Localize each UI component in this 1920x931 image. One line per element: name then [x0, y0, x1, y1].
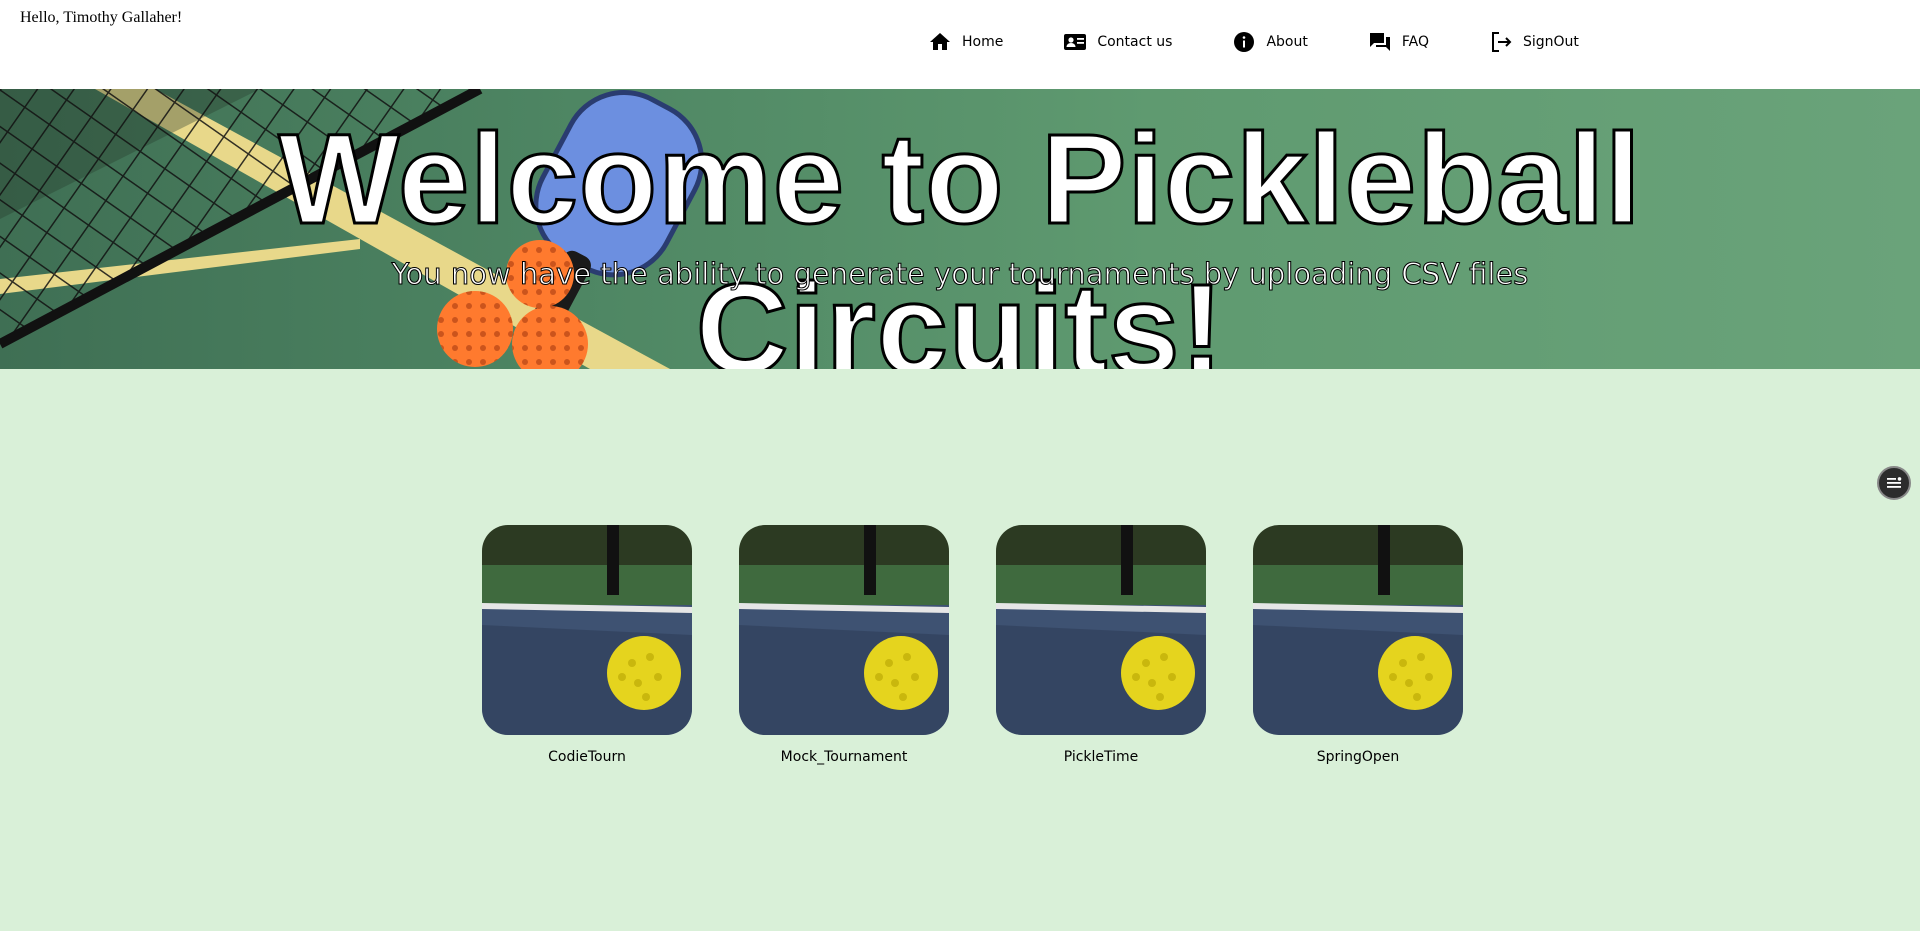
- nav-faq[interactable]: FAQ: [1368, 30, 1429, 54]
- pickleball-photo: [739, 525, 949, 735]
- tournament-name: PickleTime: [1063, 749, 1139, 765]
- floating-menu-button[interactable]: [1877, 466, 1911, 500]
- contact-card-icon: [1064, 34, 1087, 50]
- nav-home-label: Home: [962, 34, 1004, 50]
- pickleball-photo: [996, 525, 1206, 735]
- nav-signout[interactable]: SignOut: [1489, 30, 1579, 54]
- forum-icon: [1369, 33, 1390, 51]
- tournament-name: Mock_Tournament: [780, 749, 908, 765]
- nav-signout-label: SignOut: [1522, 34, 1579, 50]
- nav-home[interactable]: Home: [928, 30, 1003, 54]
- tournament-thumbnail: [482, 525, 692, 735]
- nav-contact-label: Contact us: [1097, 34, 1173, 50]
- hero-subtitle: You now have the ability to generate you…: [391, 257, 1529, 292]
- info-icon: [1234, 32, 1255, 52]
- nav-contact-us[interactable]: Contact us: [1063, 30, 1172, 54]
- tournament-card-mock-tournament[interactable]: Mock_Tournament: [739, 525, 949, 765]
- user-greeting: Hello, Timothy Gallaher!: [20, 9, 183, 26]
- tournament-card-springopen[interactable]: SpringOpen: [1253, 525, 1463, 765]
- tournament-name: SpringOpen: [1316, 749, 1400, 765]
- tournament-thumbnail: [739, 525, 949, 735]
- tournament-thumbnail: [996, 525, 1206, 735]
- home-icon: [930, 33, 950, 50]
- top-navbar: Hello, Timothy Gallaher! Home Contact us…: [0, 0, 1920, 89]
- hero-banner: Welcome to Pickleball Circuits! You now …: [0, 89, 1920, 369]
- nav-faq-label: FAQ: [1401, 34, 1429, 50]
- hero-title: Welcome to Pickleball Circuits!: [277, 107, 1642, 370]
- tournament-card-pickletime[interactable]: PickleTime: [996, 525, 1206, 765]
- pickleball-photo: [482, 525, 692, 735]
- nav-about-label: About: [1266, 34, 1308, 50]
- tournament-thumbnail: [1253, 525, 1463, 735]
- main-nav: Home Contact us About FAQ SignOut: [928, 30, 1579, 54]
- nav-about[interactable]: About: [1232, 30, 1308, 54]
- pickleball-photo: [1253, 525, 1463, 735]
- tournament-name: CodieTourn: [548, 749, 626, 765]
- tournament-card-codietourn[interactable]: CodieTourn: [482, 525, 692, 765]
- logout-icon: [1491, 32, 1512, 52]
- menu-list-icon: [1887, 477, 1902, 488]
- tournament-list: CodieTourn Mock_Tournament PickleTime Sp…: [482, 525, 1463, 765]
